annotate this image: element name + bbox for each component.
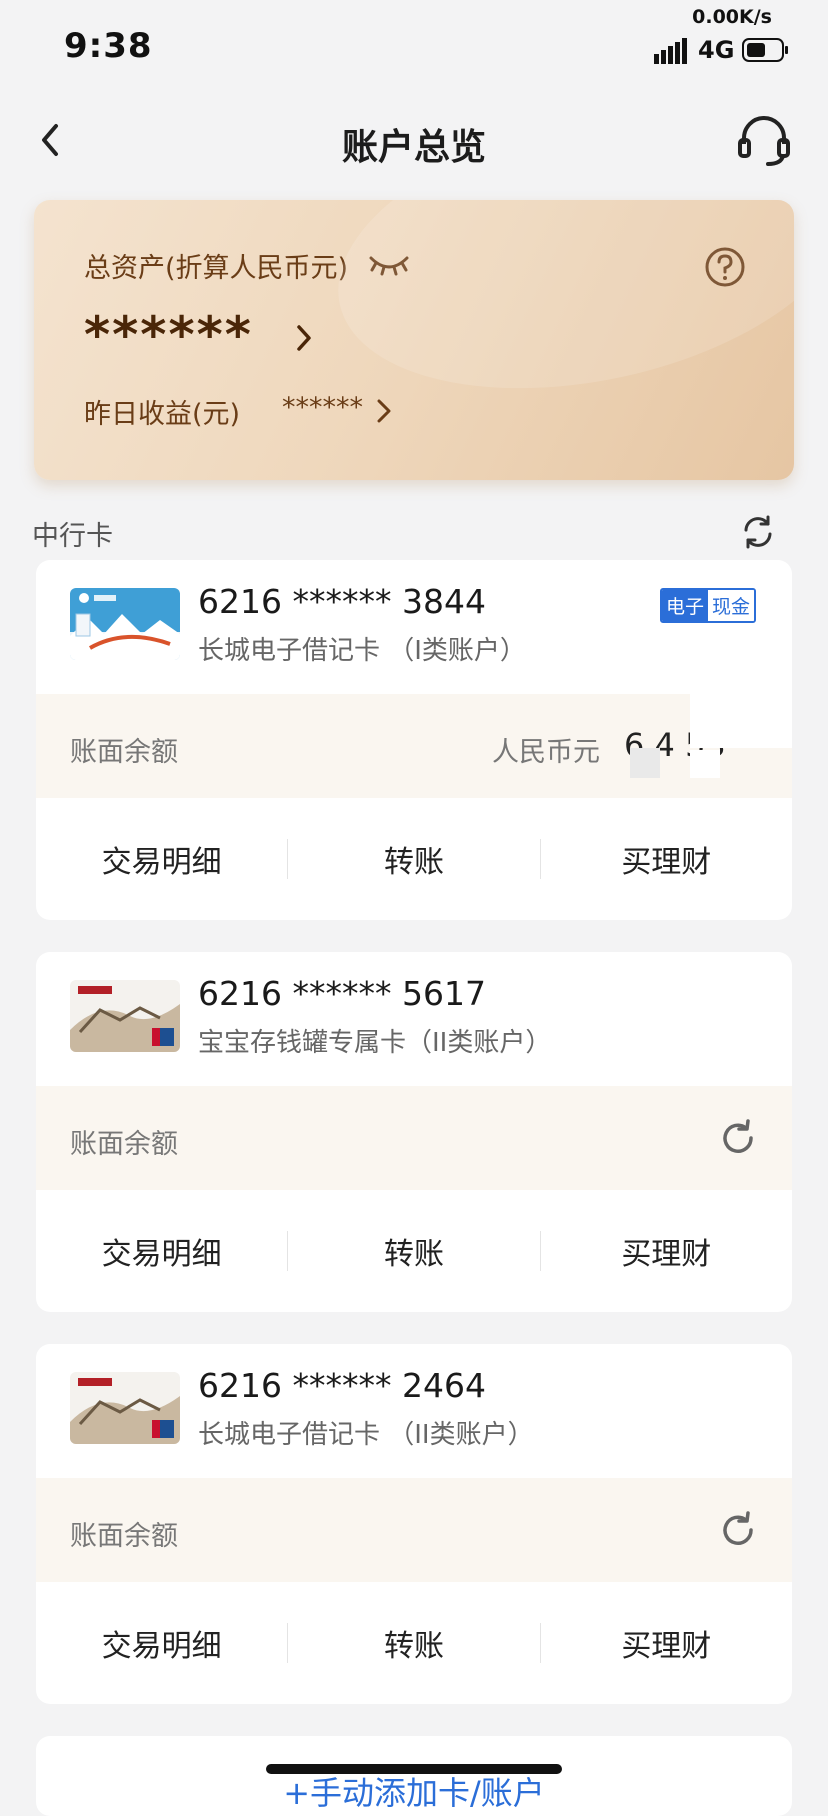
card-type: 长城电子借记卡 （I类账户） <box>198 636 526 666</box>
buy-wealth-button[interactable]: 买理财 <box>541 1229 792 1273</box>
badge-left-label: 电子 <box>661 590 708 621</box>
yesterday-earnings-label: 昨日收益(元) <box>84 399 241 430</box>
yesterday-earnings-value: ****** <box>282 392 363 423</box>
card-number: 6216 ****** 2464 <box>198 1366 486 1405</box>
card-actions: 交易明细 转账 买理财 <box>36 798 792 920</box>
card-type: 长城电子借记卡 （II类账户） <box>198 1420 534 1450</box>
network-speed: 0.00K/s <box>692 6 772 28</box>
card-image <box>70 1372 180 1444</box>
transfer-button[interactable]: 转账 <box>288 1621 539 1665</box>
signal-icon <box>654 38 687 64</box>
card-image <box>70 588 180 660</box>
currency-label: 人民币元 <box>492 737 600 768</box>
card-number: 6216 ****** 3844 <box>198 582 486 621</box>
status-bar: 9:38 0.00K/s 4G <box>0 0 828 80</box>
refresh-icon[interactable] <box>718 1510 758 1550</box>
redaction-mask <box>690 688 792 748</box>
card-number: 6216 ****** 5617 <box>198 974 486 1013</box>
network-type: 4G <box>698 36 735 64</box>
add-account-label: +手动添加卡/账户 <box>283 1774 545 1812</box>
eye-closed-icon[interactable] <box>368 250 410 278</box>
account-card[interactable]: 6216 ****** 2464 长城电子借记卡 （II类账户） 账面余额 交易… <box>36 1344 792 1704</box>
balance-row: 账面余额 人民币元 6 4 53 <box>36 688 792 798</box>
chevron-right-icon[interactable] <box>294 322 314 354</box>
card-actions: 交易明细 转账 买理财 <box>36 1582 792 1704</box>
section-title: 中行卡 <box>32 521 113 552</box>
redaction-mask <box>630 748 660 778</box>
account-card[interactable]: 6216 ****** 5617 宝宝存钱罐专属卡（II类账户） 账面余额 交易… <box>36 952 792 1312</box>
balance-label: 账面余额 <box>70 1129 178 1160</box>
question-icon[interactable] <box>704 246 746 288</box>
home-indicator[interactable] <box>266 1764 562 1774</box>
transfer-button[interactable]: 转账 <box>288 837 539 881</box>
transaction-details-button[interactable]: 交易明细 <box>36 837 287 881</box>
balance-label: 账面余额 <box>70 737 178 768</box>
buy-wealth-button[interactable]: 买理财 <box>541 1621 792 1665</box>
redaction-mask <box>690 750 720 778</box>
refresh-icon[interactable] <box>718 1118 758 1158</box>
asset-summary-card[interactable]: 总资产(折算人民币元) ****** 昨日收益(元) ****** <box>34 200 794 480</box>
chevron-right-icon[interactable] <box>374 396 394 426</box>
card-type: 宝宝存钱罐专属卡（II类账户） <box>198 1028 552 1058</box>
battery-icon <box>742 38 788 62</box>
card-actions: 交易明细 转账 买理财 <box>36 1190 792 1312</box>
transaction-details-button[interactable]: 交易明细 <box>36 1229 287 1273</box>
balance-row: 账面余额 <box>36 1478 792 1582</box>
balance-label: 账面余额 <box>70 1521 178 1552</box>
account-card[interactable]: 6216 ****** 3844 长城电子借记卡 （I类账户） 电子 现金 账面… <box>36 560 792 920</box>
e-cash-badge: 电子 现金 <box>659 588 756 623</box>
total-assets-label: 总资产(折算人民币元) <box>84 253 349 284</box>
nav-bar: 账户总览 <box>0 100 828 180</box>
buy-wealth-button[interactable]: 买理财 <box>541 837 792 881</box>
balance-row: 账面余额 <box>36 1086 792 1190</box>
card-image <box>70 980 180 1052</box>
refresh-icon[interactable] <box>740 514 776 550</box>
transfer-button[interactable]: 转账 <box>288 1229 539 1273</box>
total-assets-value: ****** <box>84 306 253 364</box>
status-time: 9:38 <box>64 26 153 66</box>
add-account-button[interactable]: +手动添加卡/账户 <box>36 1736 792 1816</box>
page-title: 账户总览 <box>341 127 486 168</box>
headset-icon[interactable] <box>736 114 792 166</box>
badge-right-label: 现金 <box>707 590 754 621</box>
transaction-details-button[interactable]: 交易明细 <box>36 1621 287 1665</box>
